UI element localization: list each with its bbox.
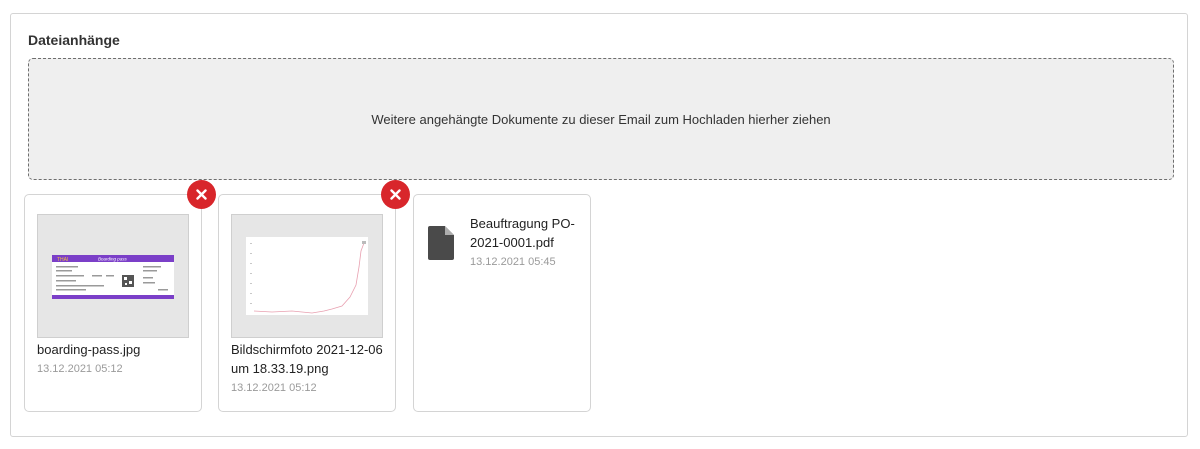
boarding-pass-thumbnail: THAI Boarding pass [37, 214, 189, 338]
attachment-filename: Beauftragung PO-2021-0001.pdf [470, 216, 575, 250]
attachment-card[interactable]: Bildschirmfoto 2021-12-06 um 18.33.19.pn… [218, 180, 410, 412]
attachment-info: Beauftragung PO-2021-0001.pdf 13.12.2021… [470, 214, 582, 270]
file-icon [428, 226, 454, 260]
screenshot-thumbnail [231, 214, 383, 338]
airline-logo-text: THAI [57, 257, 68, 263]
close-icon [196, 189, 207, 200]
attachment-filename: boarding-pass.jpg [37, 342, 141, 357]
attachment-date: 13.12.2021 05:12 [231, 382, 317, 394]
attachment-card[interactable]: THAI Boarding pass boarding-pass.jpg 13.… [24, 180, 216, 412]
attachment-info: Bildschirmfoto 2021-12-06 um 18.33.19.pn… [231, 340, 389, 396]
attachment-date: 13.12.2021 05:12 [37, 363, 123, 375]
attachment-card[interactable]: Beauftragung PO-2021-0001.pdf 13.12.2021… [413, 194, 591, 412]
dropzone-text: Weitere angehängte Dokumente zu dieser E… [371, 111, 831, 127]
file-dropzone[interactable]: Weitere angehängte Dokumente zu dieser E… [28, 58, 1174, 180]
attachment-filename: Bildschirmfoto 2021-12-06 um 18.33.19.pn… [231, 342, 383, 376]
attachment-date: 13.12.2021 05:45 [470, 256, 556, 268]
close-icon [390, 189, 401, 200]
boarding-pass-header-text: Boarding pass [98, 257, 128, 262]
remove-attachment-button[interactable] [381, 180, 410, 209]
section-title: Dateianhänge [28, 32, 120, 48]
remove-attachment-button[interactable] [187, 180, 216, 209]
attachment-info: boarding-pass.jpg 13.12.2021 05:12 [37, 340, 195, 377]
